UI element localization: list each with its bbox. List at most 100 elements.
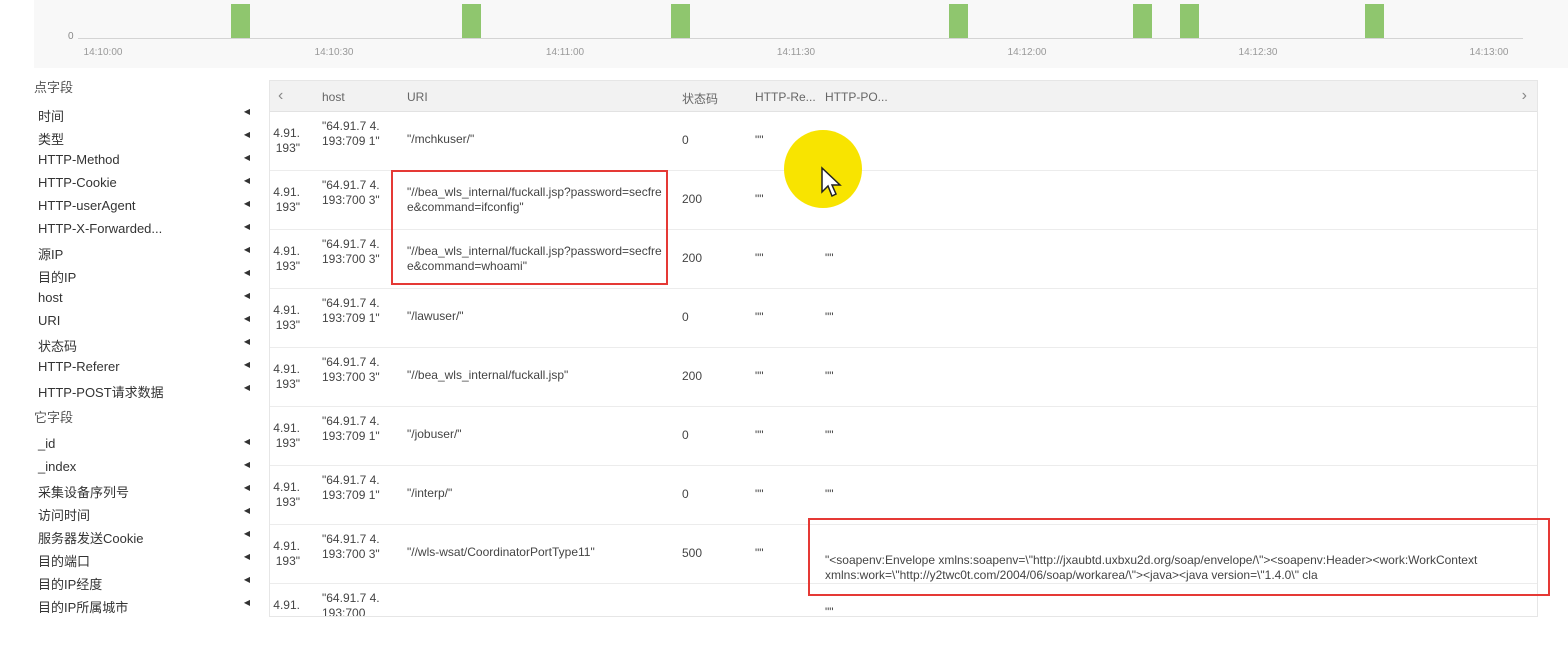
chevron-left-icon[interactable]: ‹ [278, 87, 283, 105]
host-cell: "64.91.7 4.193:700 [322, 591, 380, 617]
table-row[interactable]: 4.91. 193" "64.91.7 4.193:709 1" "/mchku… [270, 111, 1537, 171]
field-item[interactable]: HTTP-Cookie ◀ [38, 172, 250, 194]
caret-left-icon[interactable]: ◀ [244, 383, 250, 392]
caret-left-icon[interactable]: ◀ [244, 245, 250, 254]
table-row[interactable]: 4.91. 193" "64.91.7 4.193:709 1" "/inter… [270, 465, 1537, 525]
timeline-bar[interactable] [1180, 4, 1199, 38]
field-item[interactable]: URI ◀ [38, 310, 250, 332]
field-item[interactable]: HTTP-Referer ◀ [38, 356, 250, 378]
ip-cell: 4.91. 193" [273, 480, 300, 509]
caret-left-icon[interactable]: ◀ [244, 337, 250, 346]
status-cell: 0 [682, 487, 689, 501]
field-label: URI [38, 313, 61, 328]
timeline-bar[interactable] [231, 4, 250, 38]
referer-cell: "" [755, 192, 764, 206]
field-item[interactable]: 时间 ◀ [38, 103, 250, 125]
caret-left-icon[interactable]: ◀ [244, 176, 250, 185]
caret-left-icon[interactable]: ◀ [244, 483, 250, 492]
caret-left-icon[interactable]: ◀ [244, 130, 250, 139]
timeline-bar[interactable] [462, 4, 481, 38]
field-item[interactable]: 目的IP所属城市 ◀ [38, 594, 250, 615]
section-title-other-fields: 它字段 [34, 410, 74, 425]
host-cell: "64.91.7 4.193:700 3" [322, 532, 380, 561]
table-row[interactable]: 4.91. 193" "64.91.7 4.193:700 3" "//wls-… [270, 524, 1537, 584]
timeline-histogram[interactable]: 0 14:10:00 14:10:30 14:11:00 14:11:30 14… [34, 0, 1568, 68]
field-item[interactable]: 访问时间 ◀ [38, 502, 250, 524]
caret-left-icon[interactable]: ◀ [244, 222, 250, 231]
caret-left-icon[interactable]: ◀ [244, 598, 250, 607]
uri-cell: "//bea_wls_internal/fuckall.jsp?password… [407, 244, 662, 273]
table-row[interactable]: 4.91. 193" "64.91.7 4.193:700 3" "//bea_… [270, 347, 1537, 407]
field-item[interactable]: HTTP-userAgent ◀ [38, 195, 250, 217]
field-item[interactable]: _index ◀ [38, 456, 250, 478]
column-header-status[interactable]: 状态码 [682, 90, 718, 107]
field-item[interactable]: HTTP-POST请求数据 ◀ [38, 379, 250, 401]
host-cell: "64.91.7 4.193:709 1" [322, 296, 380, 325]
caret-left-icon[interactable]: ◀ [244, 506, 250, 515]
time-tick-label: 14:11:30 [776, 47, 816, 58]
uri-cell: "/interp/" [407, 486, 453, 500]
caret-left-icon[interactable]: ◀ [244, 552, 250, 561]
field-label: 类型 [38, 132, 65, 147]
field-item[interactable]: 源IP ◀ [38, 241, 250, 263]
field-item[interactable]: _id ◀ [38, 433, 250, 455]
uri-cell: "/lawuser/" [407, 309, 464, 323]
field-label: 源IP [38, 247, 64, 262]
post-data-cell: "<soapenv:Envelope xmlns:soapenv=\"http:… [825, 553, 1478, 582]
caret-left-icon[interactable]: ◀ [244, 153, 250, 162]
field-item[interactable]: host ◀ [38, 287, 250, 309]
caret-left-icon[interactable]: ◀ [244, 268, 250, 277]
caret-left-icon[interactable]: ◀ [244, 314, 250, 323]
caret-left-icon[interactable]: ◀ [244, 291, 250, 300]
post-data-cell: "" [825, 605, 834, 617]
chevron-right-icon[interactable]: › [1522, 87, 1527, 105]
ip-cell: 4.91. 193" [273, 362, 300, 391]
field-label: HTTP-Cookie [38, 175, 117, 190]
timeline-bar[interactable] [949, 4, 968, 38]
field-item[interactable]: 类型 ◀ [38, 126, 250, 148]
field-label: 时间 [38, 109, 65, 124]
column-header-uri[interactable]: URI [407, 90, 428, 104]
table-header: ‹ host URI 状态码 HTTP-Re... HTTP-PO... › [270, 81, 1537, 112]
column-header-host[interactable]: host [322, 90, 345, 104]
caret-left-icon[interactable]: ◀ [244, 107, 250, 116]
caret-left-icon[interactable]: ◀ [244, 437, 250, 446]
ip-cell: 4.91. 193" [273, 244, 300, 273]
caret-left-icon[interactable]: ◀ [244, 460, 250, 469]
field-item[interactable]: HTTP-X-Forwarded... ◀ [38, 218, 250, 240]
table-row[interactable]: 4.91. 193" "64.91.7 4.193:700 3" "//bea_… [270, 170, 1537, 230]
table-row[interactable]: 4.91. 193" "64.91.7 4.193:700 3" "//bea_… [270, 229, 1537, 289]
post-data-cell: "" [825, 251, 834, 265]
timeline-bar[interactable] [1133, 4, 1152, 38]
field-item[interactable]: 状态码 ◀ [38, 333, 250, 355]
field-item[interactable]: 服务器发送Cookie ◀ [38, 525, 250, 547]
timeline-bar[interactable] [671, 4, 690, 38]
field-label: 目的IP经度 [38, 577, 103, 592]
column-header-post[interactable]: HTTP-PO... [825, 90, 888, 104]
section-title-selected-fields: 点字段 [34, 80, 74, 95]
table-row[interactable]: 4.91. 193" "64.91.7 4.193:709 1" "/lawus… [270, 288, 1537, 348]
field-label: _index [38, 459, 77, 474]
timeline-bar[interactable] [1365, 4, 1384, 38]
field-label: 目的IP [38, 270, 77, 285]
caret-left-icon[interactable]: ◀ [244, 575, 250, 584]
status-cell: 500 [682, 546, 703, 560]
field-item[interactable]: 采集设备序列号 ◀ [38, 479, 250, 501]
column-header-referer[interactable]: HTTP-Re... [755, 90, 816, 104]
field-item[interactable]: 目的端口 ◀ [38, 548, 250, 570]
field-item[interactable]: 目的IP ◀ [38, 264, 250, 286]
ip-cell: 4.91. 193" [273, 303, 300, 332]
status-cell: 200 [682, 192, 703, 206]
field-label: HTTP-X-Forwarded... [38, 221, 163, 236]
table-row[interactable]: 4.91. "64.91.7 4.193:700 "" [270, 583, 1537, 617]
host-cell: "64.91.7 4.193:709 1" [322, 473, 380, 502]
field-item[interactable]: 目的IP经度 ◀ [38, 571, 250, 593]
caret-left-icon[interactable]: ◀ [244, 199, 250, 208]
field-item[interactable]: HTTP-Method ◀ [38, 149, 250, 171]
table-row[interactable]: 4.91. 193" "64.91.7 4.193:709 1" "/jobus… [270, 406, 1537, 466]
caret-left-icon[interactable]: ◀ [244, 360, 250, 369]
referer-cell: "" [755, 546, 764, 560]
results-table: ‹ host URI 状态码 HTTP-Re... HTTP-PO... › 4… [269, 80, 1538, 617]
host-cell: "64.91.7 4.193:709 1" [322, 414, 380, 443]
caret-left-icon[interactable]: ◀ [244, 529, 250, 538]
